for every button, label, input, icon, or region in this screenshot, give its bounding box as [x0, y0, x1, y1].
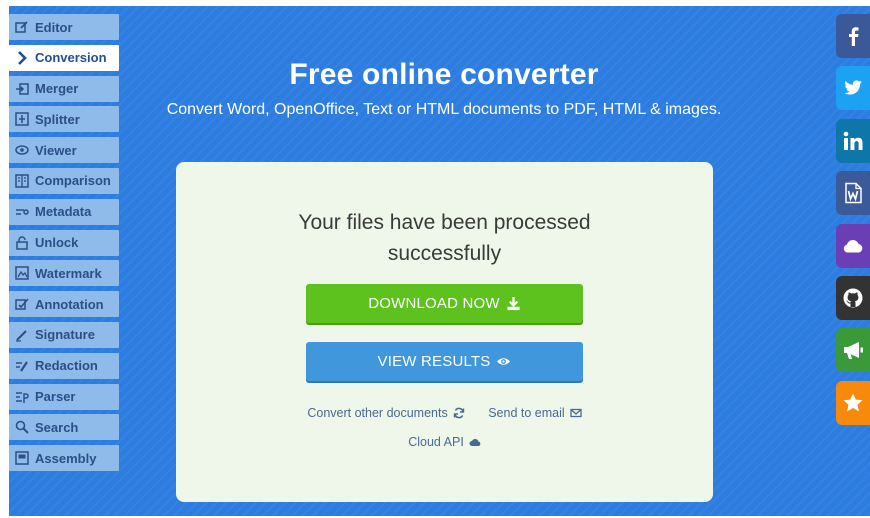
success-message-line1: Your files have been processed: [298, 211, 591, 234]
page-subtitle: Convert Word, OpenOffice, Text or HTML d…: [166, 101, 722, 118]
compare-icon: [13, 174, 30, 188]
sidebar-item-assembly[interactable]: Assembly: [9, 445, 119, 472]
word-doc-icon: [845, 182, 862, 204]
unlock-icon: [13, 235, 30, 250]
sidebar-item-watermark[interactable]: Watermark: [9, 260, 119, 287]
download-icon: [506, 296, 521, 311]
send-to-email-label: Send to email: [488, 406, 565, 420]
eye-icon: [496, 354, 511, 369]
twitter-icon: [844, 80, 862, 95]
sidebar-item-label: Unlock: [35, 235, 79, 251]
sidebar-item-label: Parser: [35, 389, 76, 405]
envelope-icon: [569, 408, 582, 418]
favorite-button[interactable]: [836, 380, 870, 425]
sidebar-item-conversion[interactable]: Conversion: [9, 44, 119, 71]
sidebar-item-label: Splitter: [35, 111, 80, 127]
sidebar-item-unlock[interactable]: Unlock: [9, 229, 119, 256]
sidebar-item-merger[interactable]: Merger: [9, 75, 119, 102]
merge-icon: [13, 82, 30, 96]
megaphone-icon: [844, 342, 863, 360]
announcement-button[interactable]: [836, 328, 870, 373]
search-icon: [13, 420, 30, 435]
app-canvas: Editor Conversion Merger Splitter Viewer…: [9, 6, 870, 516]
sidebar-item-label: Viewer: [35, 142, 77, 158]
cloud-icon: [469, 439, 481, 446]
sidebar-item-search[interactable]: Search: [9, 414, 119, 441]
redaction-icon: [13, 359, 30, 373]
sidebar-item-label: Comparison: [35, 173, 111, 189]
success-message-line2: successfully: [387, 242, 502, 265]
parser-icon: [13, 390, 30, 404]
sidebar-item-redaction[interactable]: Redaction: [9, 352, 119, 379]
refresh-icon: [453, 407, 464, 419]
cloud-button[interactable]: [836, 223, 870, 268]
sidebar: Editor Conversion Merger Splitter Viewer…: [9, 14, 119, 476]
facebook-share-button[interactable]: [836, 14, 870, 58]
sidebar-item-label: Search: [35, 419, 79, 435]
view-results-label: VIEW RESULTS: [377, 353, 491, 370]
cloud-api-link[interactable]: Cloud API: [408, 435, 481, 449]
page-title: Free online converter: [289, 58, 599, 91]
sidebar-item-label: Annotation: [35, 296, 104, 312]
sidebar-item-annotation[interactable]: Annotation: [9, 291, 119, 318]
sidebar-item-label: Editor: [35, 19, 73, 35]
sidebar-item-label: Conversion: [35, 50, 107, 66]
secondary-links: Convert other documents Send to email Cl…: [176, 406, 713, 449]
watermark-icon: [13, 266, 30, 281]
download-now-label: DOWNLOAD NOW: [368, 295, 500, 312]
download-now-button[interactable]: DOWNLOAD NOW: [306, 284, 583, 323]
success-message: Your files have been processed successfu…: [176, 207, 713, 269]
sidebar-item-viewer[interactable]: Viewer: [9, 137, 119, 164]
social-share-bar: [836, 14, 870, 433]
sidebar-item-parser[interactable]: Parser: [9, 383, 119, 410]
eye-icon: [13, 143, 30, 157]
assembly-icon: [13, 451, 30, 465]
facebook-icon: [849, 27, 859, 46]
sidebar-item-label: Merger: [35, 81, 79, 97]
sidebar-item-label: Metadata: [35, 204, 92, 220]
annotation-icon: [13, 297, 30, 311]
sidebar-item-metadata[interactable]: Metadata: [9, 198, 119, 225]
sidebar-item-comparison[interactable]: Comparison: [9, 167, 119, 194]
sidebar-item-splitter[interactable]: Splitter: [9, 106, 119, 133]
cloud-icon: [843, 239, 863, 253]
sidebar-item-label: Watermark: [35, 265, 102, 281]
github-icon: [843, 288, 863, 308]
sidebar-item-label: Signature: [35, 327, 95, 343]
github-button[interactable]: [836, 275, 870, 320]
send-to-email-link[interactable]: Send to email: [488, 406, 582, 420]
sidebar-item-label: Assembly: [35, 450, 97, 466]
twitter-share-button[interactable]: [836, 66, 870, 111]
metadata-icon: [13, 205, 30, 219]
result-card: Your files have been processed successfu…: [176, 162, 713, 502]
word-doc-button[interactable]: [836, 171, 870, 216]
linkedin-share-button[interactable]: [836, 118, 870, 163]
signature-icon: [13, 328, 30, 342]
edit-icon: [13, 20, 30, 34]
star-icon: [843, 393, 863, 412]
sidebar-item-editor[interactable]: Editor: [9, 14, 119, 40]
split-icon: [13, 112, 30, 127]
chevron-right-icon: [13, 50, 30, 65]
sidebar-item-signature[interactable]: Signature: [9, 321, 119, 348]
convert-other-documents-link[interactable]: Convert other documents: [307, 406, 464, 420]
sidebar-item-label: Redaction: [35, 358, 98, 374]
linkedin-icon: [843, 131, 863, 150]
convert-other-documents-label: Convert other documents: [307, 406, 448, 420]
view-results-button[interactable]: VIEW RESULTS: [306, 342, 583, 381]
cloud-api-label: Cloud API: [408, 435, 464, 449]
